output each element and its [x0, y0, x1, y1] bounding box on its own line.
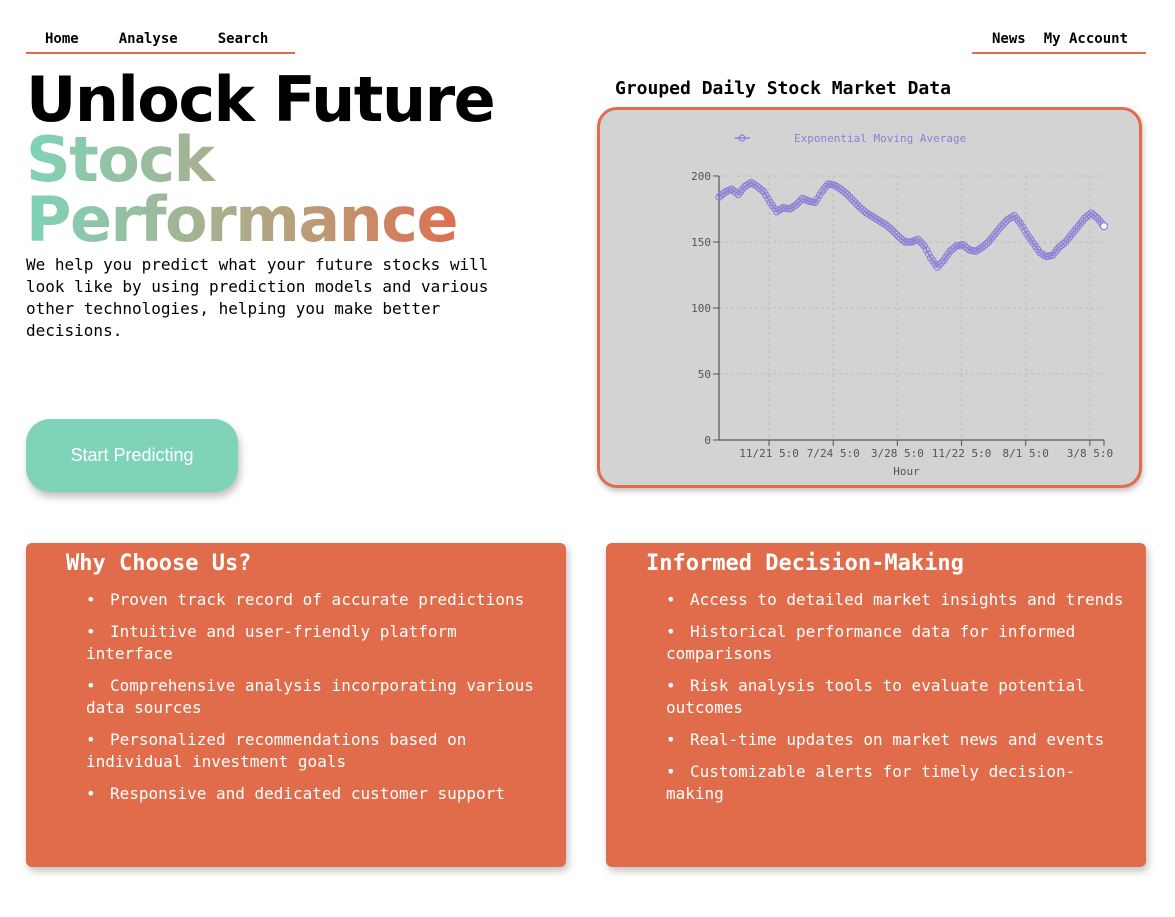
bullet-icon: •	[86, 622, 96, 641]
list-item-text: Intuitive and user-friendly platform int…	[86, 622, 457, 663]
list-item: • Responsive and dedicated customer suppo…	[86, 783, 546, 805]
list-item-text: Comprehensive analysis incorporating var…	[86, 676, 534, 717]
chart-panel: 0 50 100 150 200 11/21 5:0 7/24 5:0 3/28 5:0 11/…	[597, 107, 1142, 488]
nav-news-link[interactable]: News	[992, 28, 1026, 52]
card-title: Why Choose Us?	[66, 551, 252, 576]
list-item-text: Real-time updates on market news and eve…	[690, 730, 1105, 749]
x-tick-label: 3/28 5:0	[871, 447, 924, 460]
bullet-icon: •	[666, 762, 676, 781]
bullet-icon: •	[666, 622, 676, 641]
informed-decision-making-card: Informed Decision-Making • Access to deta…	[606, 543, 1146, 867]
list-item-text: Personalized recommendations based on in…	[86, 730, 467, 771]
account-nav: News My Account	[972, 28, 1146, 54]
list-item: • Proven track record of accurate predict…	[86, 589, 546, 611]
y-tick-label: 0	[704, 434, 711, 447]
x-tick-label: 11/21 5:0	[739, 447, 799, 460]
ema-point	[1099, 222, 1109, 231]
x-tick-label: 11/22 5:0	[932, 447, 992, 460]
main-nav: Home Analyse Search	[26, 28, 295, 54]
nav-home-link[interactable]: Home	[45, 28, 79, 52]
list-item: • Personalized recommendations based on i…	[86, 729, 546, 773]
bullet-icon: •	[86, 784, 96, 803]
why-choose-us-card: Why Choose Us? • Proven track record of a…	[26, 543, 566, 867]
bullet-icon: •	[666, 590, 676, 609]
hero-title-line-3: Performance	[26, 189, 466, 251]
list-item: • Intuitive and user-friendly platform in…	[86, 621, 546, 665]
list-item: • Risk analysis tools to evaluate potenti…	[666, 675, 1126, 719]
list-item: • Customizable alerts for timely decision…	[666, 761, 1126, 805]
list-item-text: Access to detailed market insights and t…	[690, 590, 1124, 609]
y-tick-label: 100	[691, 302, 711, 315]
bullet-icon: •	[86, 676, 96, 695]
x-tick-label: 7/24 5:0	[807, 447, 860, 460]
card-list: • Access to detailed market insights and …	[646, 589, 1126, 805]
list-item: • Access to detailed market insights and …	[666, 589, 1126, 611]
list-item: • Comprehensive analysis incorporating va…	[86, 675, 546, 719]
legend-label: Exponential Moving Average	[794, 132, 966, 145]
ema-line-chart: 0 50 100 150 200 11/21 5:0 7/24 5:0 3/28 5:0 11/…	[691, 132, 1113, 478]
bullet-icon: •	[86, 590, 96, 609]
bullet-icon: •	[86, 730, 96, 749]
x-axis-label: Hour	[893, 465, 920, 478]
bullet-icon: •	[666, 730, 676, 749]
list-item: • Real-time updates on market news and ev…	[666, 729, 1126, 751]
list-item-text: Responsive and dedicated customer suppor…	[110, 784, 505, 803]
chart-title: Grouped Daily Stock Market Data	[615, 78, 951, 99]
hero-description: We help you predict what your future sto…	[26, 255, 489, 340]
nav-search-link[interactable]: Search	[218, 28, 269, 52]
y-tick-label: 50	[698, 368, 711, 381]
hero-title: Unlock Future Stock Performance	[26, 63, 496, 251]
nav-analyse-link[interactable]: Analyse	[119, 28, 178, 52]
card-title: Informed Decision-Making	[646, 551, 964, 576]
x-tick-label: 8/1 5:0	[1003, 447, 1049, 460]
nav-my-account-link[interactable]: My Account	[1044, 28, 1128, 52]
list-item-text: Historical performance data for informed…	[666, 622, 1076, 663]
list-item-text: Customizable alerts for timely decision-…	[666, 762, 1076, 803]
card-list: • Proven track record of accurate predict…	[66, 589, 546, 805]
hero-title-line-1: Unlock Future	[26, 63, 496, 136]
list-item-text: Risk analysis tools to evaluate potentia…	[666, 676, 1085, 717]
bullet-icon: •	[666, 676, 676, 695]
start-predicting-button[interactable]: Start Predicting	[26, 419, 238, 492]
y-tick-label: 200	[691, 170, 711, 183]
list-item-text: Proven track record of accurate predicti…	[110, 590, 525, 609]
y-tick-label: 150	[691, 236, 711, 249]
x-tick-label: 3/8 5:0	[1067, 447, 1113, 460]
hero-title-line-2: Stock	[26, 129, 466, 191]
list-item: • Historical performance data for informe…	[666, 621, 1126, 665]
